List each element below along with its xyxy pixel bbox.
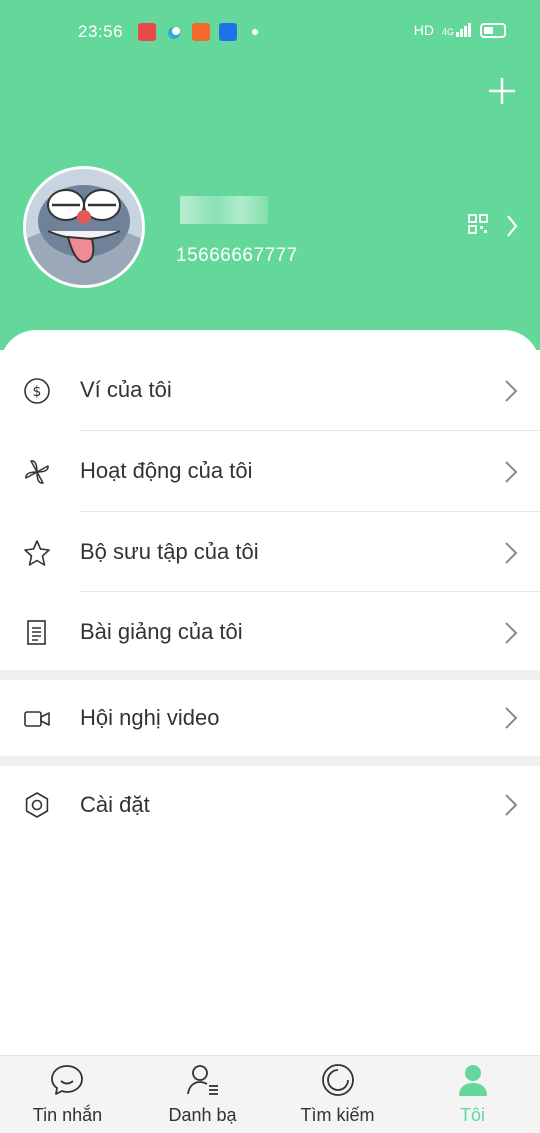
contacts-icon [185,1062,221,1098]
phone-number: 15666667777 [176,245,298,266]
signal-icon: 4G [442,23,472,37]
menu-item-settings[interactable]: Cài đặt [0,766,540,846]
menu-item-label: Hội nghị video [80,705,220,730]
svg-text:$: $ [33,384,42,400]
username-redacted [180,196,268,224]
add-button[interactable] [487,76,517,106]
chevron-right-icon [503,621,519,645]
tab-label: Tin nhắn [32,1105,103,1125]
chat-bubble-icon [49,1062,85,1098]
weather-notification-icon [165,23,183,41]
hd-indicator: HD [413,22,434,38]
dollar-coin-icon: $ [22,376,52,406]
menu-item-video-conference[interactable]: Hội nghị video [0,680,540,756]
chevron-right-icon [503,460,519,484]
star-icon [22,538,52,568]
app-notification-icon [138,23,156,41]
zhihu-notification-icon [219,23,237,41]
hexagon-settings-icon [22,790,52,820]
menu-item-wallet[interactable]: $ Ví của tôi [0,350,540,430]
tab-contacts[interactable]: Danh bạ [135,1056,270,1133]
notification-icons [138,23,258,41]
tab-label: Tôi [459,1105,485,1125]
tab-me[interactable]: Tôi [405,1056,540,1133]
person-icon [455,1062,491,1098]
menu-item-label: Hoạt động của tôi [80,458,253,483]
battery-icon [480,22,506,38]
menu-item-label: Bài giảng của tôi [80,619,243,644]
status-right: HD 4G [414,22,506,38]
tab-label: Danh bạ [168,1105,237,1125]
section-separator [0,756,540,766]
tab-messages[interactable]: Tin nhắn [0,1056,135,1133]
avatar[interactable] [23,166,145,288]
chevron-right-icon [503,706,519,730]
qr-code-icon [468,214,518,237]
qr-code-button[interactable] [468,212,524,240]
cartoon-avatar-icon [26,169,142,285]
menu-item-collection[interactable]: Bộ sưu tập của tôi [0,512,540,592]
video-camera-icon [22,704,52,734]
document-icon [22,618,52,648]
menu-item-label: Ví của tôi [80,377,172,402]
chevron-right-icon [503,379,519,403]
app-notification-icon [192,23,210,41]
profile-header: 23:56 HD 4G 15666667777 [0,0,540,380]
more-notifications-dot [252,29,258,35]
chevron-right-icon [503,793,519,817]
pinwheel-icon [22,457,52,487]
signal-label: 4G [441,27,454,37]
menu-item-lectures[interactable]: Bài giảng của tôi [0,592,540,672]
tab-label: Tìm kiếm [300,1105,375,1125]
tab-search[interactable]: Tìm kiếm [270,1056,405,1133]
bottom-tab-bar: Tin nhắn Danh bạ Tìm kiếm Tôi [0,1055,540,1133]
plus-icon [489,78,515,104]
menu-item-label: Bộ sưu tập của tôi [80,539,259,564]
discover-icon [320,1062,356,1098]
section-separator [0,670,540,680]
chevron-right-icon [503,541,519,565]
status-time: 23:56 [78,22,124,41]
menu-item-label: Cài đặt [80,792,150,817]
status-bar: 23:56 HD 4G [0,0,540,64]
menu-item-activities[interactable]: Hoạt động của tôi [0,431,540,511]
